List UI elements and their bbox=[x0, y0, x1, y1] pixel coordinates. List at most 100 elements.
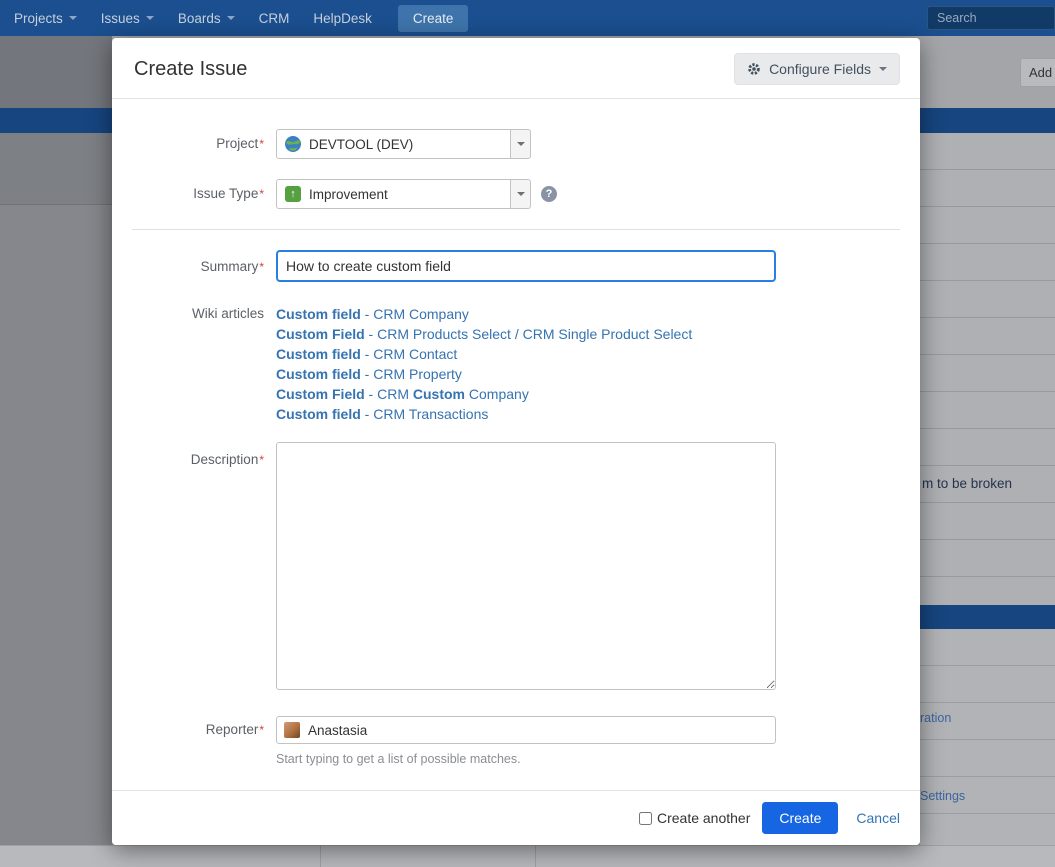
background-gadget-rows bbox=[920, 133, 1055, 605]
create-button[interactable]: Create bbox=[762, 802, 838, 834]
reporter-avatar bbox=[284, 722, 300, 738]
wiki-article-link[interactable]: Custom field - CRM Transactions bbox=[276, 404, 692, 424]
configure-fields-label: Configure Fields bbox=[769, 61, 871, 77]
nav-item-boards[interactable]: Boards bbox=[166, 0, 247, 36]
create-another-checkbox[interactable] bbox=[639, 812, 652, 825]
jira-screen: Projects Issues Boards CRM HelpDesk Crea… bbox=[0, 0, 1055, 867]
reporter-help-text: Start typing to get a list of possible m… bbox=[276, 752, 776, 766]
nav-item-label: HelpDesk bbox=[313, 11, 372, 26]
wiki-link-segment: - CRM Property bbox=[361, 366, 462, 382]
form-section-divider bbox=[132, 229, 900, 230]
dialog-body: Project* DEVTOOL (DEV) bbox=[112, 99, 920, 790]
field-row-issue-type: Issue Type* ↑ Improvement ? bbox=[132, 179, 900, 209]
background-table-divider bbox=[535, 845, 536, 867]
chevron-down-icon bbox=[69, 16, 77, 20]
issue-type-select-value[interactable]: ↑ Improvement bbox=[276, 179, 511, 209]
project-avatar-globe-icon bbox=[285, 136, 301, 152]
wiki-link-segment: Company bbox=[465, 386, 529, 402]
wiki-link-segment: Custom field bbox=[276, 346, 361, 362]
wiki-article-link[interactable]: Custom Field - CRM Custom Company bbox=[276, 384, 692, 404]
wiki-article-link[interactable]: Custom field - CRM Contact bbox=[276, 344, 692, 364]
wiki-article-link[interactable]: Custom field - CRM Property bbox=[276, 364, 692, 384]
issue-type-label: Issue Type* bbox=[132, 179, 264, 209]
nav-item-label: Issues bbox=[101, 11, 140, 26]
nav-item-crm[interactable]: CRM bbox=[247, 0, 302, 36]
background-gadget-rows-lower bbox=[920, 629, 1055, 845]
field-row-project: Project* DEVTOOL (DEV) bbox=[132, 129, 900, 159]
navbar-create-button[interactable]: Create bbox=[398, 5, 469, 32]
description-label: Description* bbox=[132, 442, 264, 690]
background-table-divider bbox=[320, 845, 321, 867]
wiki-link-segment: Custom Field bbox=[276, 326, 365, 342]
summary-label: Summary* bbox=[132, 250, 264, 284]
project-select-text: DEVTOOL (DEV) bbox=[309, 137, 413, 152]
create-another-option[interactable]: Create another bbox=[639, 810, 750, 826]
background-left-panel-block bbox=[0, 133, 112, 205]
navbar-search-input[interactable] bbox=[927, 6, 1055, 30]
dialog-footer: Create another Create Cancel bbox=[112, 790, 920, 845]
reporter-field[interactable] bbox=[276, 716, 776, 744]
background-row-text-fragment: m to be broken bbox=[922, 476, 1012, 491]
wiki-link-segment: - CRM Company bbox=[361, 306, 469, 322]
wiki-link-segment: - CRM bbox=[365, 386, 413, 402]
chevron-down-icon bbox=[879, 67, 887, 71]
reporter-label: Reporter* bbox=[132, 716, 264, 766]
configure-fields-button[interactable]: Configure Fields bbox=[734, 53, 900, 85]
required-marker: * bbox=[259, 723, 264, 737]
dialog-header: Create Issue Configure Fields bbox=[112, 38, 920, 99]
background-left-panel bbox=[0, 133, 112, 845]
field-row-description: Description* bbox=[132, 442, 900, 690]
nav-item-issues[interactable]: Issues bbox=[89, 0, 166, 36]
reporter-input[interactable] bbox=[308, 723, 768, 738]
issue-type-help-icon[interactable]: ? bbox=[541, 186, 557, 202]
wiki-articles-label: Wiki articles bbox=[132, 304, 264, 424]
gear-icon bbox=[747, 62, 761, 76]
dialog-title: Create Issue bbox=[134, 58, 247, 81]
required-marker: * bbox=[259, 187, 264, 201]
field-row-reporter: Reporter* Start typing to get a list of … bbox=[132, 716, 900, 766]
project-select-dropdown-button[interactable] bbox=[511, 129, 531, 159]
issue-type-select-dropdown-button[interactable] bbox=[511, 179, 531, 209]
wiki-link-segment: - CRM Products Select / CRM Single Produ… bbox=[365, 326, 693, 342]
chevron-down-icon bbox=[517, 142, 525, 146]
cancel-link[interactable]: Cancel bbox=[856, 810, 900, 826]
project-select: DEVTOOL (DEV) bbox=[276, 129, 531, 159]
nav-item-label: Boards bbox=[178, 11, 221, 26]
improvement-icon: ↑ bbox=[285, 186, 301, 202]
nav-item-helpdesk[interactable]: HelpDesk bbox=[301, 0, 384, 36]
background-header-band-left bbox=[0, 36, 112, 108]
chevron-down-icon bbox=[227, 16, 235, 20]
wiki-link-segment: Custom field bbox=[276, 306, 361, 322]
background-gadget-header-bar bbox=[920, 605, 1055, 629]
description-textarea[interactable] bbox=[276, 442, 776, 690]
issue-type-select-text: Improvement bbox=[309, 187, 388, 202]
required-marker: * bbox=[259, 137, 264, 151]
project-select-value[interactable]: DEVTOOL (DEV) bbox=[276, 129, 511, 159]
required-marker: * bbox=[259, 260, 264, 274]
background-link-configuration: ration bbox=[920, 711, 951, 725]
navbar-search bbox=[927, 6, 1055, 30]
field-row-wiki-articles: Wiki articles Custom field - CRM Company… bbox=[132, 304, 900, 424]
chevron-down-icon bbox=[517, 192, 525, 196]
wiki-link-segment: - CRM Transactions bbox=[361, 406, 489, 422]
nav-item-label: CRM bbox=[259, 11, 290, 26]
wiki-link-segment: Custom Field bbox=[276, 386, 365, 402]
field-row-summary: Summary* bbox=[132, 250, 900, 284]
wiki-link-segment: Custom field bbox=[276, 366, 361, 382]
required-marker: * bbox=[259, 453, 264, 467]
wiki-article-link[interactable]: Custom field - CRM Company bbox=[276, 304, 692, 324]
create-issue-dialog: Create Issue Configure Fields Project* bbox=[112, 38, 920, 845]
nav-item-projects[interactable]: Projects bbox=[2, 0, 89, 36]
wiki-article-link[interactable]: Custom Field - CRM Products Select / CRM… bbox=[276, 324, 692, 344]
wiki-links: Custom field - CRM CompanyCustom Field -… bbox=[276, 304, 692, 424]
issue-type-select: ↑ Improvement bbox=[276, 179, 531, 209]
create-another-label: Create another bbox=[657, 810, 750, 826]
summary-input[interactable] bbox=[276, 250, 776, 282]
background-bottom-strip bbox=[0, 845, 1055, 867]
project-label: Project* bbox=[132, 129, 264, 159]
wiki-link-segment: - CRM Contact bbox=[361, 346, 457, 362]
nav-item-label: Projects bbox=[14, 11, 63, 26]
add-gadget-button: Add g bbox=[1020, 58, 1055, 87]
wiki-link-segment: Custom field bbox=[276, 406, 361, 422]
background-link-settings: Settings bbox=[920, 789, 965, 803]
